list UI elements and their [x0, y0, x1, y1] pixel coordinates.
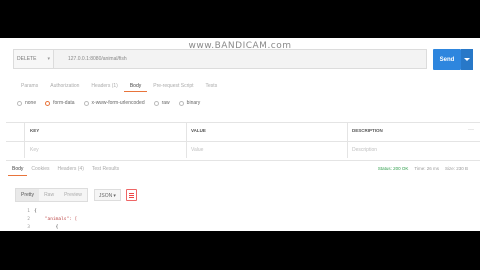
code-line: 3 { [20, 224, 77, 231]
radio-label: x-www-form-urlencoded [91, 100, 145, 106]
tab-cookies[interactable]: Cookies [27, 163, 53, 176]
radio-urlencoded[interactable]: x-www-form-urlencoded [83, 100, 145, 106]
request-tabs: Params Authorization Headers (1) Body Pr… [15, 80, 223, 92]
code-line: 2 "animals": [ [20, 216, 77, 224]
key-input[interactable]: Key [30, 147, 39, 153]
radio-dot [45, 100, 51, 106]
line-number: 1 [27, 209, 30, 214]
tab-params[interactable]: Params [15, 80, 44, 92]
header-value: VALUE [191, 128, 206, 133]
line-number: 2 [27, 217, 30, 222]
send-button[interactable]: Send [433, 49, 461, 70]
body-type-options: none form-data x-www-form-urlencoded raw… [17, 100, 200, 106]
wrap-lines-icon[interactable] [125, 189, 137, 201]
view-pretty[interactable]: Pretty [16, 189, 40, 201]
postman-window: DELETE ▾ 127.0.0.1:8080/animal/fish Send… [0, 38, 480, 231]
chevron-down-icon: ▾ [113, 193, 116, 199]
radio-dot [178, 100, 184, 106]
header-key: KEY [30, 128, 40, 133]
response-time: Time: 26 ms [414, 166, 439, 171]
response-status: Status: 200 OK Time: 26 ms Size: 230 B [378, 166, 468, 171]
radio-label: none [25, 100, 37, 106]
send-dropdown-button[interactable] [461, 49, 473, 70]
line-number: 3 [27, 225, 30, 230]
status-code: Status: 200 OK [377, 166, 409, 171]
tab-body[interactable]: Body [123, 80, 148, 92]
view-preview[interactable]: Preview [59, 189, 87, 201]
response-tabs: Body Cookies Headers (4) Test Results [8, 163, 123, 176]
table-header-row: KEY VALUE DESCRIPTION ··· [6, 122, 480, 141]
method-label: DELETE [17, 56, 37, 62]
value-input[interactable]: Value [191, 147, 203, 153]
chevron-down-icon: ▾ [47, 56, 50, 62]
format-select[interactable]: JSON ▾ [93, 189, 121, 201]
more-icon[interactable]: ··· [468, 127, 474, 133]
key-value-table: KEY VALUE DESCRIPTION ··· Key Value Desc… [6, 122, 480, 161]
tab-response-headers[interactable]: Headers (4) [53, 163, 87, 176]
tab-pre-request-script[interactable]: Pre-request Script [147, 80, 199, 92]
tab-authorization[interactable]: Authorization [44, 80, 85, 92]
tab-headers[interactable]: Headers (1) [85, 80, 123, 92]
method-select[interactable]: DELETE ▾ [13, 49, 53, 69]
radio-form-data[interactable]: form-data [45, 100, 75, 106]
response-code: 1 { 2 "animals": [ 3 { [20, 208, 77, 231]
response-toolbar: Pretty Raw Preview JSON ▾ [15, 188, 137, 202]
response-size: Size: 230 B [444, 166, 468, 171]
tab-tests[interactable]: Tests [200, 80, 224, 92]
tab-test-results[interactable]: Test Results [88, 163, 123, 176]
description-input[interactable]: Description [352, 147, 377, 153]
radio-dot [153, 100, 159, 106]
table-row: Key Value Description [6, 141, 480, 161]
url-input[interactable]: 127.0.0.1:8080/animal/fish [53, 49, 427, 69]
view-raw[interactable]: Raw [39, 189, 59, 201]
radio-binary[interactable]: binary [178, 100, 201, 106]
code-line: 1 { [20, 208, 77, 216]
code-text: { [34, 225, 59, 230]
radio-label: form-data [53, 100, 75, 106]
radio-raw[interactable]: raw [153, 100, 170, 106]
format-label: JSON [98, 193, 113, 199]
header-description: DESCRIPTION [352, 128, 383, 133]
code-text: { [34, 209, 37, 214]
tab-response-body[interactable]: Body [8, 163, 28, 176]
radio-dot [17, 100, 22, 106]
radio-none[interactable]: none [17, 100, 36, 106]
view-mode-toggle: Pretty Raw Preview [15, 188, 88, 202]
radio-label: raw [161, 100, 170, 106]
radio-label: binary [186, 100, 201, 106]
code-text: "animals": [ [34, 217, 78, 222]
recording-watermark: www.BANDICAM.com [188, 41, 292, 51]
radio-dot [83, 100, 89, 106]
